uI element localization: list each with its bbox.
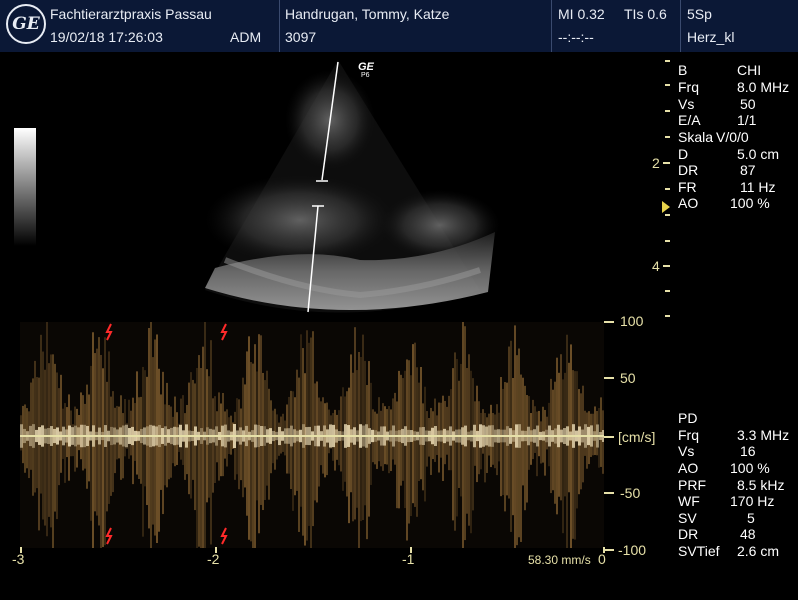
depth-label-4: 4 (652, 258, 660, 274)
probe-sub-mark: P6 (361, 72, 370, 79)
focus-marker-icon (662, 201, 670, 213)
time-label-0: 0 (598, 551, 606, 567)
velocity-unit-label: [cm/s] (618, 429, 656, 445)
depth-label-2: 2 (652, 155, 660, 171)
velocity-label-100: 100 (620, 313, 644, 329)
time-label-minus-1: -1 (402, 551, 415, 567)
velocity-label-50: 50 (620, 370, 636, 386)
time-label-minus-3: -3 (12, 551, 25, 567)
velocity-label-minus-100: -100 (618, 542, 647, 558)
sweep-speed: 58.30 mm/s (528, 553, 591, 567)
velocity-label-minus-50: -50 (620, 485, 641, 501)
time-label-minus-2: -2 (207, 551, 220, 567)
doppler-spectrum (20, 322, 604, 548)
